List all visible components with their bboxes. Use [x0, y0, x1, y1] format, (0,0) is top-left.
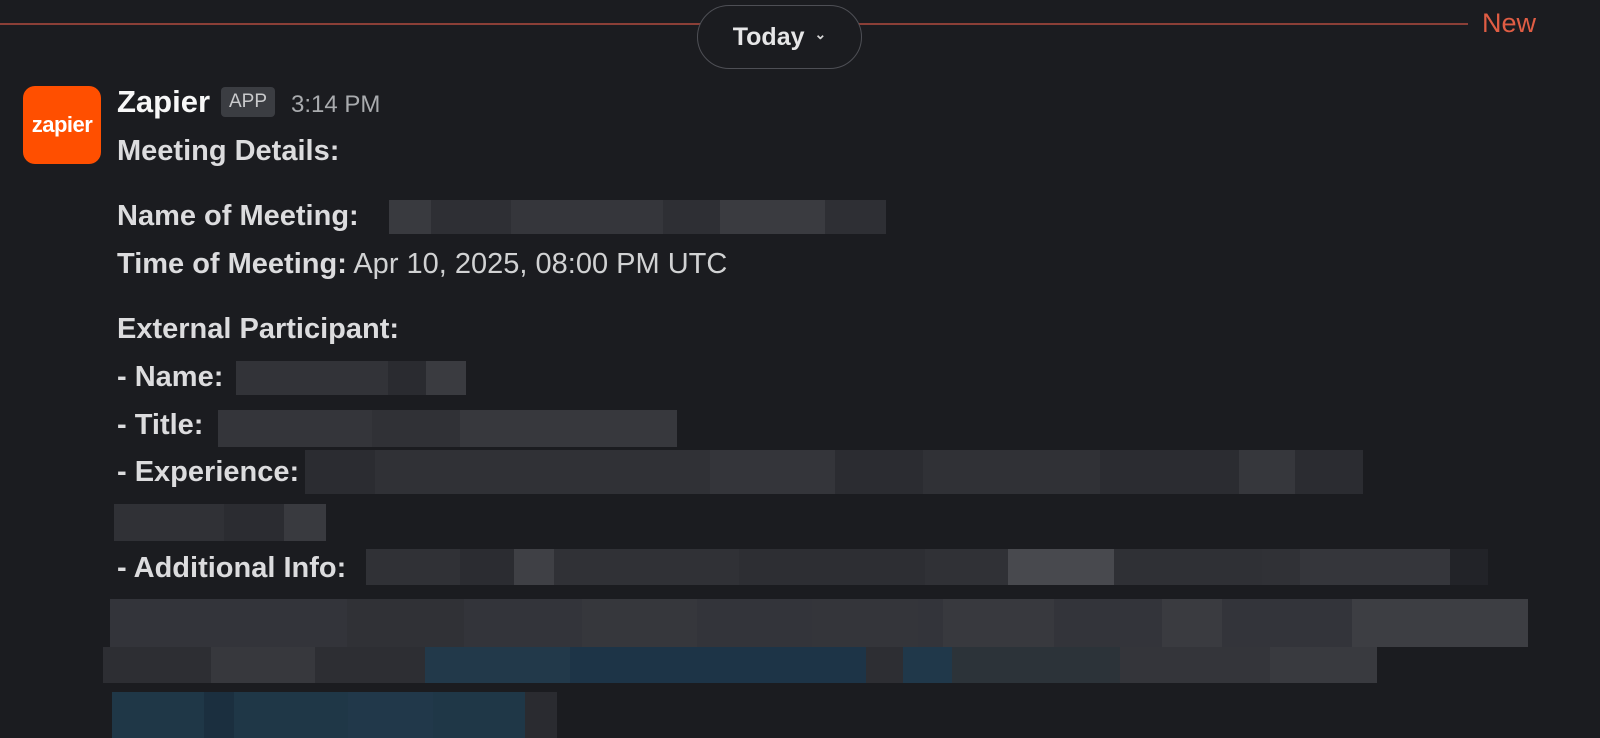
participant-name-label: - Name: [117, 361, 224, 393]
redacted-participant-experience-continued [114, 504, 326, 541]
participant-experience-label: - Experience: [117, 456, 300, 488]
redacted-additional-info-line-1 [366, 549, 1488, 585]
redacted-participant-title [218, 410, 677, 447]
meeting-time-line: Time of Meeting: Apr 10, 2025, 08:00 PM … [117, 244, 727, 284]
message-timestamp[interactable]: 3:14 PM [291, 89, 380, 121]
redacted-participant-name [236, 361, 466, 395]
meeting-time-value: Apr 10, 2025, 08:00 PM UTC [353, 248, 728, 280]
redacted-meeting-name [389, 200, 886, 234]
external-participant-heading: External Participant: [117, 313, 400, 345]
chevron-down-icon: ⌄ [814, 25, 827, 42]
sender-name[interactable]: Zapier [117, 82, 210, 122]
new-messages-label: New [1482, 8, 1537, 38]
redacted-additional-info-line-2 [110, 599, 1528, 647]
redacted-additional-info-line-3 [103, 647, 1377, 683]
redacted-participant-experience [305, 450, 1363, 494]
meeting-name-label: Name of Meeting: [117, 200, 359, 232]
meeting-details-heading: Meeting Details: [117, 135, 340, 167]
participant-title-label: - Title: [117, 409, 204, 441]
redacted-additional-info-line-4 [112, 692, 557, 738]
date-jump-button[interactable]: Today ⌄ [697, 5, 862, 69]
participant-additional-info-label: - Additional Info: [117, 552, 347, 584]
date-label: Today [732, 22, 805, 51]
zapier-avatar[interactable]: zapier [23, 86, 101, 164]
meeting-time-label: Time of Meeting: [117, 248, 347, 280]
app-badge: APP [221, 87, 275, 117]
